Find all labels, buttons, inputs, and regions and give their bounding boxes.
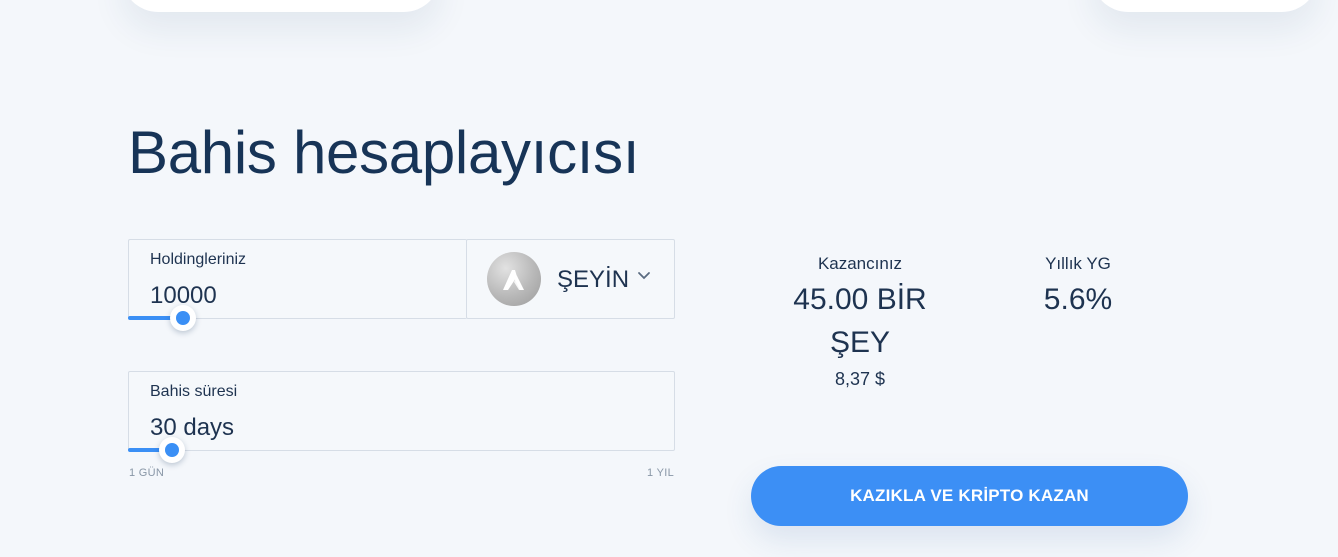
decorative-card-right (1092, 0, 1318, 12)
duration-field[interactable]: Bahis süresi 30 days (128, 371, 675, 451)
earnings-usd-value: 8,37 $ (834, 369, 886, 389)
currency-select[interactable]: ŞEYİN (466, 239, 675, 319)
chevron-down-icon (638, 272, 650, 280)
apy-value: 5.6% (1043, 283, 1113, 316)
holdings-label: Holdingleriniz (150, 251, 247, 268)
algorand-coin-icon (487, 252, 541, 306)
stake-and-earn-button[interactable]: KAZIKLA VE KRİPTO KAZAN (751, 466, 1188, 526)
duration-min-label: 1 GÜN (129, 467, 165, 479)
currency-name: ŞEYİN (557, 266, 630, 293)
holdings-slider-handle[interactable] (170, 305, 196, 331)
duration-slider-handle[interactable] (159, 437, 185, 463)
earnings-value: 45.00 BİR ŞEY (793, 283, 927, 359)
duration-max-label: 1 YIL (647, 467, 674, 479)
duration-input[interactable]: 30 days (150, 414, 234, 442)
earnings-label: Kazancınız (817, 254, 903, 273)
duration-label: Bahis süresi (150, 383, 238, 400)
page-title: Bahis hesaplayıcısı (128, 119, 640, 186)
decorative-card-left (122, 0, 440, 12)
apy-label: Yıllık YG (1045, 254, 1111, 273)
